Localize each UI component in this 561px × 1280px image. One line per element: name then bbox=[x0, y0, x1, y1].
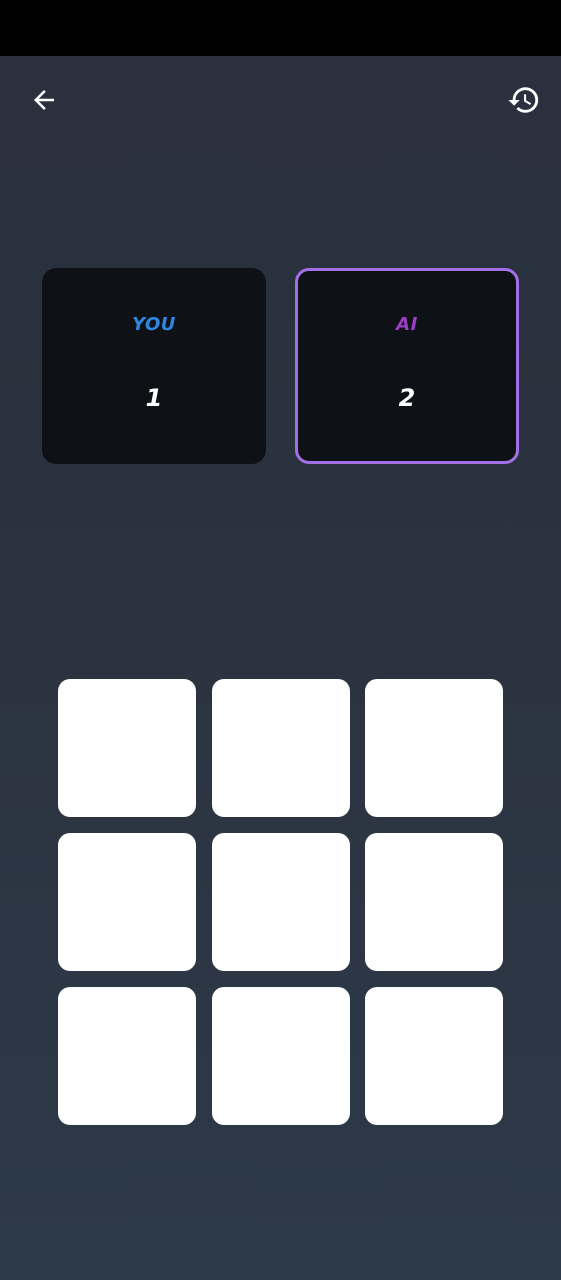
board-cell-1[interactable] bbox=[58, 679, 196, 817]
board-cell-4[interactable] bbox=[58, 833, 196, 971]
game-screen: YOU 1 AI 2 bbox=[0, 56, 561, 1280]
status-bar bbox=[0, 0, 561, 56]
ai-score-card: AI 2 bbox=[295, 268, 519, 464]
board-cell-5[interactable] bbox=[212, 833, 350, 971]
arrow-left-icon bbox=[34, 90, 54, 110]
player-score: 1 bbox=[145, 384, 163, 412]
ai-score: 2 bbox=[398, 384, 416, 412]
board-cell-6[interactable] bbox=[365, 833, 503, 971]
board-cell-7[interactable] bbox=[58, 987, 196, 1125]
tic-tac-toe-board bbox=[58, 679, 503, 1125]
history-button[interactable] bbox=[502, 78, 546, 122]
back-button[interactable] bbox=[22, 78, 66, 122]
board-cell-9[interactable] bbox=[365, 987, 503, 1125]
ai-label: AI bbox=[396, 314, 418, 335]
player-label: YOU bbox=[132, 314, 176, 335]
board-cell-3[interactable] bbox=[365, 679, 503, 817]
board-cell-8[interactable] bbox=[212, 987, 350, 1125]
board-cell-2[interactable] bbox=[212, 679, 350, 817]
player-score-card: YOU 1 bbox=[42, 268, 266, 464]
history-icon bbox=[508, 87, 539, 113]
